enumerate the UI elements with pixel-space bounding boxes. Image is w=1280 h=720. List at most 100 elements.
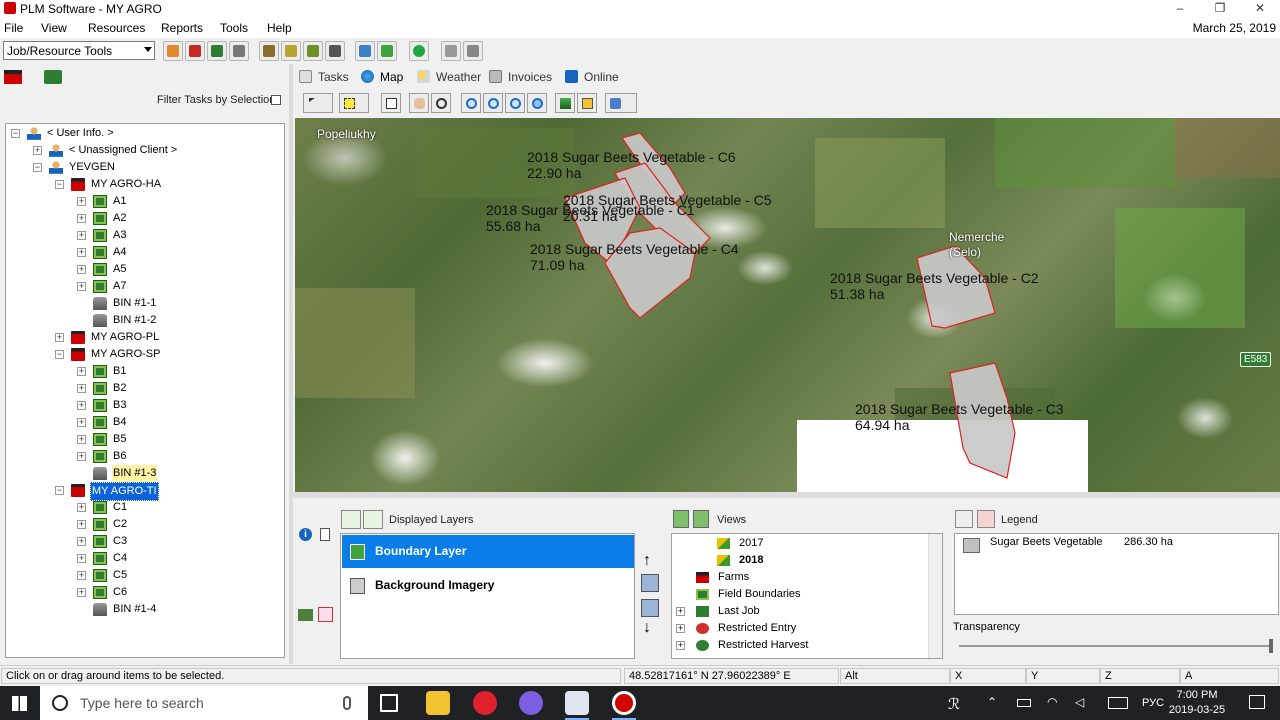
expand-icon[interactable]: + xyxy=(77,588,86,597)
tree-node[interactable]: − MY AGRO-HA xyxy=(6,176,284,193)
legend-edit-button[interactable] xyxy=(955,510,973,528)
expand-icon[interactable]: + xyxy=(77,248,86,257)
tool-button-3[interactable] xyxy=(303,41,323,61)
layer-properties-button[interactable] xyxy=(641,574,659,592)
tree-node[interactable]: + A5 xyxy=(6,261,284,278)
tree-node[interactable]: + C4 xyxy=(6,550,284,567)
search-button[interactable] xyxy=(355,41,375,61)
record-icon[interactable] xyxy=(612,691,636,715)
collapse-icon[interactable]: − xyxy=(55,486,64,495)
taskbar-clock[interactable]: 7:00 PM 2019-03-25 xyxy=(1162,688,1232,718)
tree-node[interactable]: + B3 xyxy=(6,397,284,414)
tool-button-1[interactable] xyxy=(259,41,279,61)
tree-node[interactable]: + C2 xyxy=(6,516,284,533)
chevron-up-icon[interactable]: ⌃ xyxy=(987,695,997,709)
layer-options-button[interactable] xyxy=(363,510,383,529)
tree-node[interactable]: + B6 xyxy=(6,448,284,465)
new-user-button[interactable] xyxy=(163,41,183,61)
tool-button-2[interactable] xyxy=(281,41,301,61)
tree-node[interactable]: + C6 xyxy=(6,584,284,601)
expand-icon[interactable]: + xyxy=(55,333,64,342)
views-options-button[interactable] xyxy=(693,510,709,528)
expand-icon[interactable]: + xyxy=(77,401,86,410)
menu-reports[interactable]: Reports xyxy=(161,21,203,35)
pan-tool-button[interactable] xyxy=(409,93,429,113)
tab-tasks[interactable]: Tasks xyxy=(299,70,349,84)
expand-icon[interactable]: + xyxy=(676,624,685,633)
expand-icon[interactable]: + xyxy=(77,418,86,427)
file-explorer-icon[interactable] xyxy=(426,691,450,715)
microphone-icon[interactable] xyxy=(343,696,351,710)
tab-invoices[interactable]: Invoices xyxy=(489,70,552,84)
expand-icon[interactable]: + xyxy=(77,435,86,444)
tab-online[interactable]: Online xyxy=(565,70,619,84)
wifi-icon[interactable]: ◠ xyxy=(1047,695,1057,709)
transparency-slider-thumb[interactable] xyxy=(1269,639,1273,653)
tree-node[interactable]: + A1 xyxy=(6,193,284,210)
transparency-slider[interactable] xyxy=(959,645,1272,647)
taskbar-search-input[interactable]: Type here to search xyxy=(40,686,368,720)
restore-button[interactable]: ❐ xyxy=(1200,0,1240,18)
tree-node[interactable]: + B1 xyxy=(6,363,284,380)
expand-icon[interactable]: + xyxy=(77,231,86,240)
map-layer-icon[interactable] xyxy=(298,609,313,621)
expand-icon[interactable]: + xyxy=(77,571,86,580)
tree-node[interactable]: + A4 xyxy=(6,244,284,261)
tree-node[interactable]: + A7 xyxy=(6,278,284,295)
expand-icon[interactable]: + xyxy=(77,452,86,461)
windows-start-icon[interactable] xyxy=(12,696,27,711)
expand-icon[interactable]: + xyxy=(77,197,86,206)
expand-icon[interactable]: + xyxy=(77,503,86,512)
expand-icon[interactable]: + xyxy=(77,384,86,393)
expand-icon[interactable]: + xyxy=(77,554,86,563)
battery-icon[interactable] xyxy=(1017,699,1031,707)
expand-icon[interactable]: + xyxy=(77,214,86,223)
tree-node[interactable]: + A3 xyxy=(6,227,284,244)
filter-tasks-checkbox[interactable] xyxy=(271,95,281,105)
layer-edit-button[interactable] xyxy=(641,599,659,617)
tree-node[interactable]: + A2 xyxy=(6,210,284,227)
area-select-button[interactable] xyxy=(339,93,369,113)
layer-item-background[interactable]: Background Imagery xyxy=(342,569,634,602)
tree-node[interactable]: + B4 xyxy=(6,414,284,431)
tree-node[interactable]: BIN #1-1 xyxy=(6,295,284,312)
menu-file[interactable]: File xyxy=(4,21,23,35)
plm-app-icon[interactable] xyxy=(565,691,589,715)
tree-node[interactable]: − < User Info. > xyxy=(6,125,284,142)
tree-node[interactable]: + B2 xyxy=(6,380,284,397)
expand-icon[interactable]: + xyxy=(676,607,685,616)
language-indicator[interactable]: РУС xyxy=(1142,697,1164,709)
collapse-icon[interactable]: − xyxy=(55,180,64,189)
edit-button[interactable] xyxy=(377,41,397,61)
new-farm-button[interactable] xyxy=(185,41,205,61)
expand-icon[interactable]: + xyxy=(77,520,86,529)
view-item-2017[interactable]: 2017 xyxy=(717,535,763,552)
text-tool-button[interactable] xyxy=(381,93,401,113)
new-field-button[interactable] xyxy=(207,41,227,61)
map-settings-button[interactable] xyxy=(605,93,637,113)
print-button[interactable] xyxy=(463,41,483,61)
view-item-last-job[interactable]: + Last Job xyxy=(676,603,760,620)
zoom-extent-button[interactable] xyxy=(505,93,525,113)
tree-node[interactable]: BIN #1-3 xyxy=(6,465,284,482)
view-item-farms[interactable]: Farms xyxy=(696,569,749,586)
tab-weather[interactable]: Weather xyxy=(417,70,481,84)
tree-node[interactable]: − MY AGRO-TI xyxy=(6,482,284,501)
menu-view[interactable]: View xyxy=(41,21,67,35)
tree-node[interactable]: BIN #1-4 xyxy=(6,601,284,618)
menu-help[interactable]: Help xyxy=(267,21,292,35)
expand-icon[interactable]: + xyxy=(77,265,86,274)
tree-node[interactable]: + MY AGRO-PL xyxy=(6,329,284,346)
view-item-restricted-harvest[interactable]: + Restricted Harvest xyxy=(676,637,808,654)
collapse-icon[interactable]: − xyxy=(33,163,42,172)
opera-icon[interactable] xyxy=(473,691,497,715)
minimize-button[interactable]: – xyxy=(1160,0,1200,18)
tree-node[interactable]: + C5 xyxy=(6,567,284,584)
expand-icon[interactable]: + xyxy=(676,641,685,650)
print-map-button[interactable] xyxy=(577,93,597,113)
tree-node[interactable]: + C3 xyxy=(6,533,284,550)
farm-view-tab-icon[interactable] xyxy=(4,70,22,84)
expand-icon[interactable]: + xyxy=(77,537,86,546)
tool-button-4[interactable] xyxy=(325,41,345,61)
resource-tree[interactable]: − < User Info. > + < Unassigned Client > − YE… xyxy=(5,123,285,658)
